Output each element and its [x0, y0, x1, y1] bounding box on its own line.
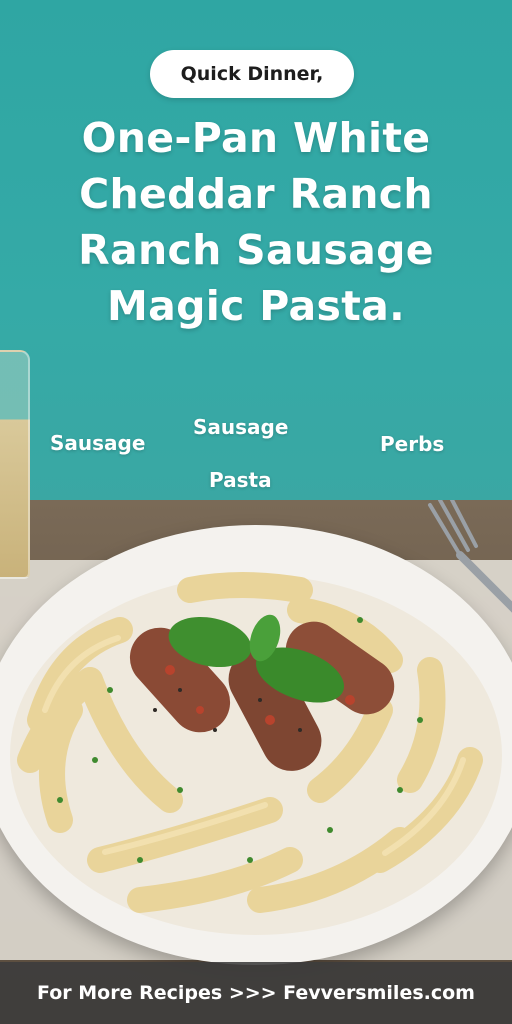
pasta-dish-illustration: [17, 572, 483, 913]
footer-bar: For More Recipes >>> Fevversmiles.com: [0, 962, 512, 1024]
title-line-4: Magic Pasta.: [107, 282, 405, 330]
pasta-piece: [397, 657, 446, 793]
title-line-1: One-Pan White: [81, 114, 431, 162]
label-perbs: Perbs: [380, 432, 445, 456]
label-sausage-left: Sausage: [50, 431, 146, 455]
footer-link-text[interactable]: For More Recipes >>> Fevversmiles.com: [37, 982, 475, 1004]
tagline-badge: Quick Dinner,: [150, 50, 354, 98]
label-pasta: Pasta: [209, 468, 272, 492]
title-line-3: Ranch Sausage: [78, 226, 434, 274]
recipe-title: One-Pan White Cheddar Ranch Ranch Sausag…: [20, 110, 492, 334]
pasta-piece: [177, 572, 313, 603]
dressing-bottle: [0, 350, 30, 579]
pasta-piece: [307, 697, 393, 803]
label-sausage-top: Sausage: [193, 415, 289, 439]
pasta-piece: [87, 797, 283, 873]
title-line-2: Cheddar Ranch: [79, 170, 433, 218]
